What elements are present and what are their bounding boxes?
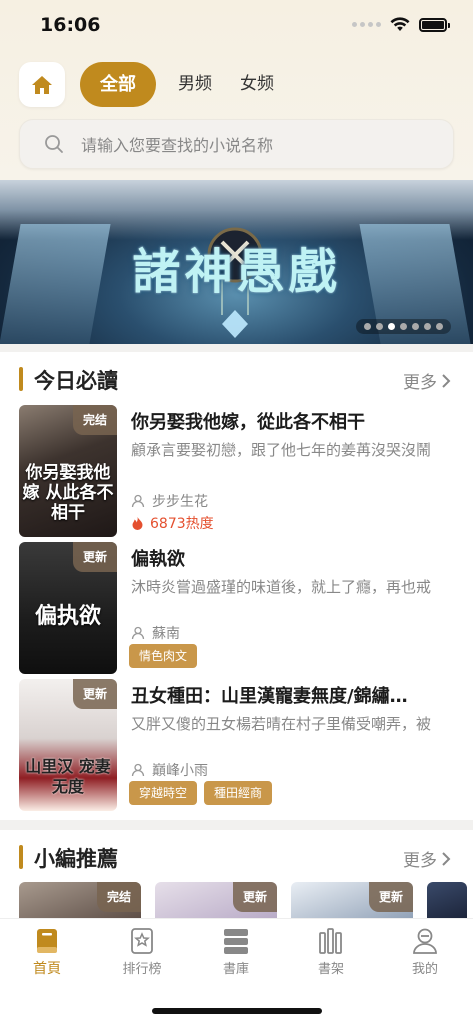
tab-female[interactable]: 女频 [226,62,288,107]
pager-dot[interactable] [400,323,407,330]
book-desc: 顧承言要娶初戀，跟了他七年的姜苒沒哭沒鬧 [131,441,432,459]
tab-label: 書架 [317,962,344,977]
tab-label: 排行榜 [122,962,162,977]
heat-value: 6873热度 [150,516,214,532]
book-item[interactable]: 更新 偏执欲 偏執欲 沐時炎嘗過盛瑾的味道後，就上了癮，再也戒 蘇南 情色肉文 [0,542,473,674]
ranking-icon [131,928,153,954]
pager-dot[interactable] [424,323,431,330]
status-bar: 16:06 [0,0,473,50]
genre-tag[interactable]: 情色肉文 [129,644,198,668]
tab-label: 書庫 [222,962,249,977]
book-tags: 情色肉文 [129,644,198,668]
category-tabs: 全部 男频 女频 [80,62,288,107]
more-link[interactable]: 更多 [403,368,451,393]
banner-title: 諸神愚戲 [132,244,341,300]
status-time: 16:06 [40,14,101,36]
book-author: 步步生花 [131,491,208,511]
author-name: 步步生花 [152,494,208,510]
recommend-book[interactable]: 完结 [19,882,141,922]
book-badge: 更新 [72,679,117,709]
user-icon [131,494,145,508]
book-author: 蘇南 [131,623,180,643]
author-name: 蘇南 [152,626,180,642]
more-label: 更多 [403,373,437,393]
recommend-row: 完结 更新 更新 [19,882,467,922]
book-tags: 穿越時空 種田經商 [129,781,273,805]
home-button[interactable] [19,62,65,107]
battery-icon [419,17,450,32]
editor-header: 小編推薦 更多 [0,830,473,880]
chevron-right-icon [442,851,451,866]
signal-icon [352,22,381,27]
home-indicator [152,1008,322,1014]
cover-title: 你另娶我他嫁 从此各不相干 [22,463,114,523]
book-title: 丑女種田：山里漢寵妻無度/錦繡… [131,686,408,707]
recommend-book[interactable]: 更新 [291,882,413,922]
section-title: 今日必讀 [34,369,118,393]
pager-dot[interactable] [412,323,419,330]
book-badge: 完结 [72,405,117,435]
tab-male[interactable]: 男频 [164,62,226,107]
more-link[interactable]: 更多 [403,846,451,871]
section-title: 小編推薦 [34,847,118,871]
user-icon [131,626,145,640]
cover-title: 山里汉 宠妻无度 [25,757,111,796]
pager-dot[interactable] [388,323,395,330]
tab-home[interactable]: 首頁 [12,927,82,978]
book-cover: 完结 你另娶我他嫁 从此各不相干 [19,405,117,537]
book-badge: 更新 [232,882,277,912]
book-item[interactable]: 完结 你另娶我他嫁 从此各不相干 你另娶我他嫁，從此各不相干 顧承言要娶初戀，跟… [0,405,473,537]
search-input[interactable]: 请输入您要查找的小说名称 [19,119,454,169]
book-desc: 又胖又傻的丑女楊若晴在村子里備受嘲弄，被 [131,715,432,733]
tab-library[interactable]: 書庫 [201,927,271,977]
editor-section: 小編推薦 更多 完结 更新 更新 [0,830,473,922]
wifi-icon [390,17,410,31]
book-badge: 完结 [96,882,141,912]
user-icon [131,763,145,777]
book-cover: 更新 偏执欲 [19,542,117,674]
library-icon [224,929,248,954]
banner-carousel[interactable]: 諸神愚戲 [0,180,473,344]
tab-ranking[interactable]: 排行榜 [107,927,177,977]
more-label: 更多 [403,851,437,871]
pager-dot[interactable] [376,323,383,330]
status-icons [352,17,450,32]
book-cover: 更新 山里汉 宠妻无度 [19,679,117,811]
bookshelf-icon [319,928,342,954]
banner-pager [356,319,451,334]
tab-profile[interactable]: 我的 [390,927,460,977]
section-accent-bar [19,845,23,869]
book-badge: 更新 [368,882,413,912]
book-desc: 沐時炎嘗過盛瑾的味道後，就上了癮，再也戒 [131,578,432,596]
book-heat: 6873热度 [131,513,214,533]
chevron-right-icon [442,373,451,388]
cover-title: 偏执欲 [34,603,101,629]
search-placeholder: 请输入您要查找的小说名称 [81,136,274,155]
recommend-book[interactable] [427,882,467,922]
tab-all[interactable]: 全部 [80,62,156,107]
genre-tag[interactable]: 穿越時空 [129,781,198,805]
genre-tag[interactable]: 種田經商 [204,781,273,805]
pager-dot[interactable] [364,323,371,330]
today-header: 今日必讀 更多 [0,352,473,402]
book-item[interactable]: 更新 山里汉 宠妻无度 丑女種田：山里漢寵妻無度/錦繡… 又胖又傻的丑女楊若晴在… [0,679,473,811]
section-accent-bar [19,367,23,391]
fire-icon [132,517,143,530]
pager-dot[interactable] [436,323,443,330]
tab-bookshelf[interactable]: 書架 [296,927,366,977]
search-icon [45,135,63,153]
recommend-book[interactable]: 更新 [155,882,277,922]
tab-label: 首頁 [33,961,61,977]
book-title: 你另娶我他嫁，從此各不相干 [131,412,365,433]
profile-icon [413,928,437,954]
book-badge: 更新 [72,542,117,572]
tab-label: 我的 [411,962,438,977]
author-name: 巔峰小雨 [152,763,208,779]
home-icon [32,75,52,94]
book-title: 偏執欲 [131,549,185,570]
book-author: 巔峰小雨 [131,760,208,780]
today-section: 今日必讀 更多 完结 你另娶我他嫁 从此各不相干 你另娶我他嫁，從此各不相干 顧… [0,352,473,820]
book-icon [37,929,57,953]
